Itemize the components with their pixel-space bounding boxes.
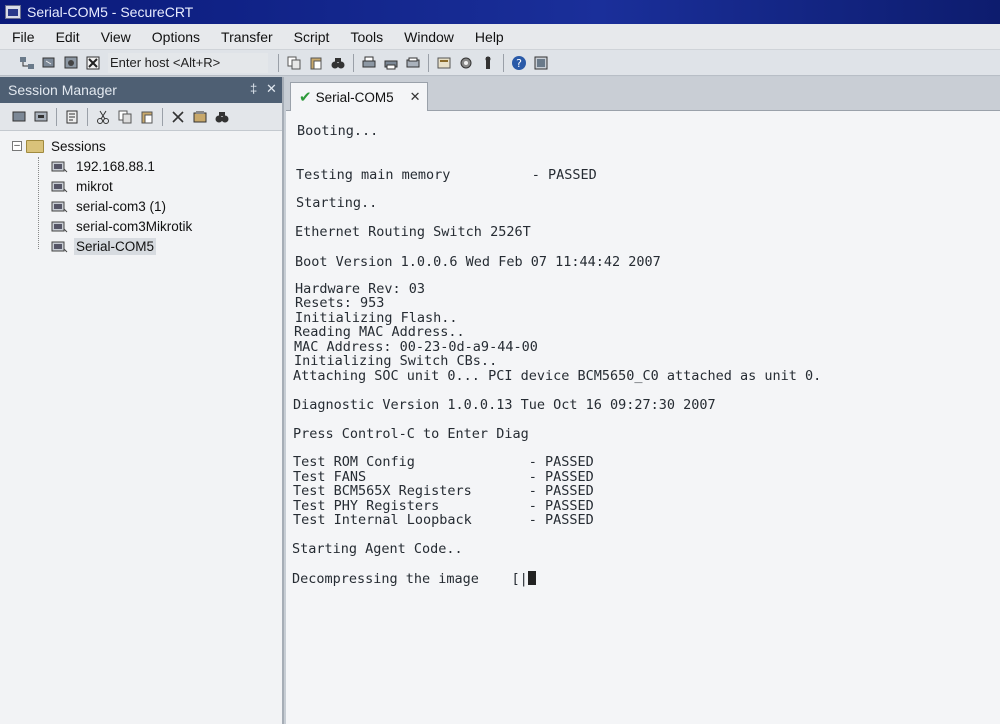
menu-transfer[interactable]: Transfer — [209, 29, 282, 45]
toolbar-separator — [428, 53, 429, 72]
serial-session-icon — [50, 178, 68, 194]
terminal-line: Resets: 953 — [295, 295, 385, 311]
quick-connect-input[interactable]: Enter host <Alt+R> — [108, 52, 268, 73]
terminal-line: Initializing Switch CBs.. — [294, 353, 498, 369]
session-manager-header: Session Manager ‡ ✕ — [0, 77, 282, 103]
menu-options[interactable]: Options — [140, 29, 209, 45]
title-bar: Serial-COM5 - SecureCRT — [0, 0, 1000, 24]
session-manager-title: Session Manager — [8, 82, 117, 98]
properties-icon[interactable] — [63, 108, 81, 126]
main-toolbar: Enter host <Alt+R> ? — [0, 50, 1000, 76]
terminal-line: Test BCM565X Registers - PASSED — [293, 483, 594, 499]
session-manager-toolbar — [0, 103, 282, 131]
terminal-line: Diagnostic Version 1.0.0.13 Tue Oct 16 0… — [293, 397, 716, 413]
menu-edit[interactable]: Edit — [44, 29, 89, 45]
serial-session-icon — [50, 158, 68, 174]
terminal-cursor — [527, 571, 536, 585]
global-options-icon[interactable] — [457, 54, 475, 72]
folder-icon — [26, 139, 44, 153]
terminal-line: Boot Version 1.0.0.6 Wed Feb 07 11:44:42… — [295, 254, 661, 270]
serial-session-icon — [50, 238, 68, 254]
paste-icon[interactable] — [307, 54, 325, 72]
print-selection-icon[interactable] — [382, 54, 400, 72]
connected-check-icon: ✔ — [299, 89, 312, 106]
help-icon[interactable]: ? — [510, 54, 528, 72]
svg-text:?: ? — [516, 57, 522, 70]
session-item-selected[interactable]: Serial-COM5 — [0, 236, 282, 256]
terminal-line: Testing main memory - PASSED — [296, 167, 597, 183]
session-item[interactable]: serial-com3Mikrotik — [0, 216, 282, 236]
menu-window[interactable]: Window — [392, 29, 463, 45]
connect-session-icon[interactable] — [32, 108, 50, 126]
connect-tab-icon[interactable] — [62, 54, 80, 72]
view-icon[interactable] — [532, 54, 550, 72]
session-label: mikrot — [76, 178, 113, 194]
menu-help[interactable]: Help — [463, 29, 513, 45]
menu-bar: File Edit View Options Transfer Script T… — [0, 24, 1000, 50]
disconnect-icon[interactable] — [84, 54, 102, 72]
toolbar-separator — [503, 53, 504, 72]
terminal-line: Starting.. — [296, 195, 378, 211]
delete-icon[interactable] — [169, 108, 187, 126]
terminal-line: Decompressing the image [| — [292, 571, 528, 587]
session-label: serial-com3 (1) — [76, 198, 167, 214]
close-tab-icon[interactable]: ✕ — [410, 89, 421, 105]
paste-session-icon[interactable] — [138, 108, 156, 126]
copy-icon[interactable] — [285, 54, 303, 72]
session-item[interactable]: mikrot — [0, 176, 282, 196]
connect-icon[interactable] — [18, 54, 36, 72]
toolbar-separator — [162, 107, 163, 126]
session-settings-icon[interactable] — [191, 108, 209, 126]
session-item[interactable]: serial-com3 (1) — [0, 196, 282, 216]
terminal-line: Test ROM Config - PASSED — [293, 454, 594, 470]
copy-session-icon[interactable] — [116, 108, 134, 126]
close-panel-icon[interactable]: ✕ — [266, 81, 277, 97]
collapse-icon[interactable]: – — [12, 141, 22, 151]
session-label: Serial-COM5 — [74, 237, 157, 255]
session-tree: – Sessions 192.168.88.1 mikrot serial-co… — [0, 131, 282, 256]
print-icon[interactable] — [360, 54, 378, 72]
menu-file[interactable]: File — [0, 29, 44, 45]
tree-root-label: Sessions — [51, 138, 106, 154]
terminal-line: Reading MAC Address.. — [294, 324, 465, 340]
quick-connect-icon[interactable] — [40, 54, 58, 72]
printer-icon[interactable] — [404, 54, 422, 72]
session-item[interactable]: 192.168.88.1 — [0, 156, 282, 176]
tab-label: Serial-COM5 — [315, 89, 394, 105]
session-label: 192.168.88.1 — [76, 158, 155, 174]
find-session-icon[interactable] — [213, 108, 231, 126]
terminal-output[interactable]: Booting... Testing main memory - PASSED … — [286, 111, 1000, 724]
terminal-prompt-line: Decompressing the image [| — [292, 571, 536, 587]
toolbar-separator — [278, 53, 279, 72]
keymap-icon[interactable] — [479, 54, 497, 72]
pin-icon[interactable]: ‡ — [250, 81, 257, 96]
serial-session-icon — [50, 218, 68, 234]
cut-icon[interactable] — [94, 108, 112, 126]
tab-serial-com5[interactable]: ✔ Serial-COM5 ✕ — [290, 82, 428, 111]
terminal-line: Test Internal Loopback - PASSED — [293, 512, 594, 528]
menu-view[interactable]: View — [89, 29, 140, 45]
terminal-line: Attaching SOC unit 0... PCI device BCM56… — [293, 368, 822, 384]
serial-session-icon — [50, 198, 68, 214]
securecrt-app-icon[interactable] — [5, 5, 21, 19]
session-manager-panel: Session Manager ‡ ✕ – Sessions 192.168.8… — [0, 77, 284, 724]
toolbar-separator — [56, 107, 57, 126]
find-icon[interactable] — [329, 54, 347, 72]
new-session-icon[interactable] — [10, 108, 28, 126]
toolbar-separator — [87, 107, 88, 126]
toolbar-separator — [353, 53, 354, 72]
session-options-icon[interactable] — [435, 54, 453, 72]
menu-tools[interactable]: Tools — [338, 29, 392, 45]
terminal-line: Press Control-C to Enter Diag — [293, 426, 529, 442]
tree-root-sessions[interactable]: – Sessions — [0, 136, 282, 156]
window-title: Serial-COM5 - SecureCRT — [27, 4, 194, 20]
session-label: serial-com3Mikrotik — [76, 218, 193, 234]
terminal-line: Ethernet Routing Switch 2526T — [295, 224, 531, 240]
terminal-line: Booting... — [297, 123, 379, 139]
tab-strip: ✔ Serial-COM5 ✕ — [286, 77, 1000, 111]
menu-script[interactable]: Script — [282, 29, 339, 45]
terminal-line: Starting Agent Code.. — [292, 541, 463, 557]
